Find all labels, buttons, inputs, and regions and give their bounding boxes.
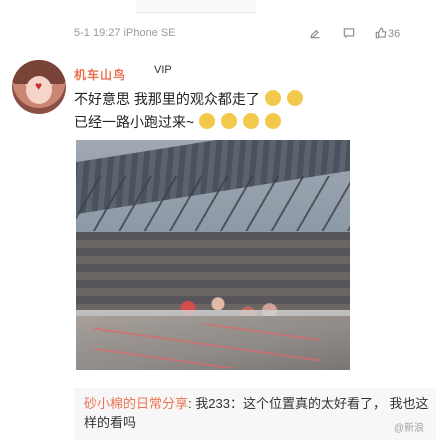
comment-line-2: 已经一路小跑过来~ [74,114,195,130]
emoji-icon [220,113,237,129]
emoji-icon [242,113,259,129]
post-meta-bar: 5-1 19:27 iPhone SE 36 [0,24,440,46]
comment-icon[interactable] [342,26,356,40]
like-icon[interactable] [374,26,388,40]
emoji-icon [264,90,281,106]
retweet-text: 砂小棉的日常分享: 我233：这个位置真的太好看了， 我也这样的看吗 [84,396,429,430]
emoji-icon [199,113,216,129]
retweet-user[interactable]: 砂小棉的日常分享 [84,396,188,411]
timestamp: 5-1 19:27 [74,27,121,39]
edit-icon[interactable] [308,26,322,40]
comment-body: 不好意思 我那里的观众都走了 已经一路小跑过来~ [74,88,430,134]
avatar-mark: ♥ [35,79,43,93]
watermark: @新浪 [393,423,424,434]
photo-floor-lines [94,324,320,368]
like-count: 36 [388,28,401,40]
retweet-box[interactable]: 砂小棉的日常分享: 我233：这个位置真的太好看了， 我也这样的看吗 @新浪 [74,388,436,440]
stadium-photo[interactable] [76,140,350,370]
emoji-icon [264,113,281,129]
vip-badge-icon: VIP [154,64,172,76]
photo-beams [76,176,350,231]
comment-line-1: 不好意思 我那里的观众都走了 [74,91,260,107]
post-timestamp-device: 5-1 19:27 iPhone SE [74,27,176,39]
device-label: iPhone SE [123,27,176,39]
avatar[interactable]: ♥ [12,60,66,114]
top-card-cutoff [136,0,256,13]
emoji-icon [286,90,303,106]
comment-username[interactable]: 机车山鸟 [74,66,126,83]
